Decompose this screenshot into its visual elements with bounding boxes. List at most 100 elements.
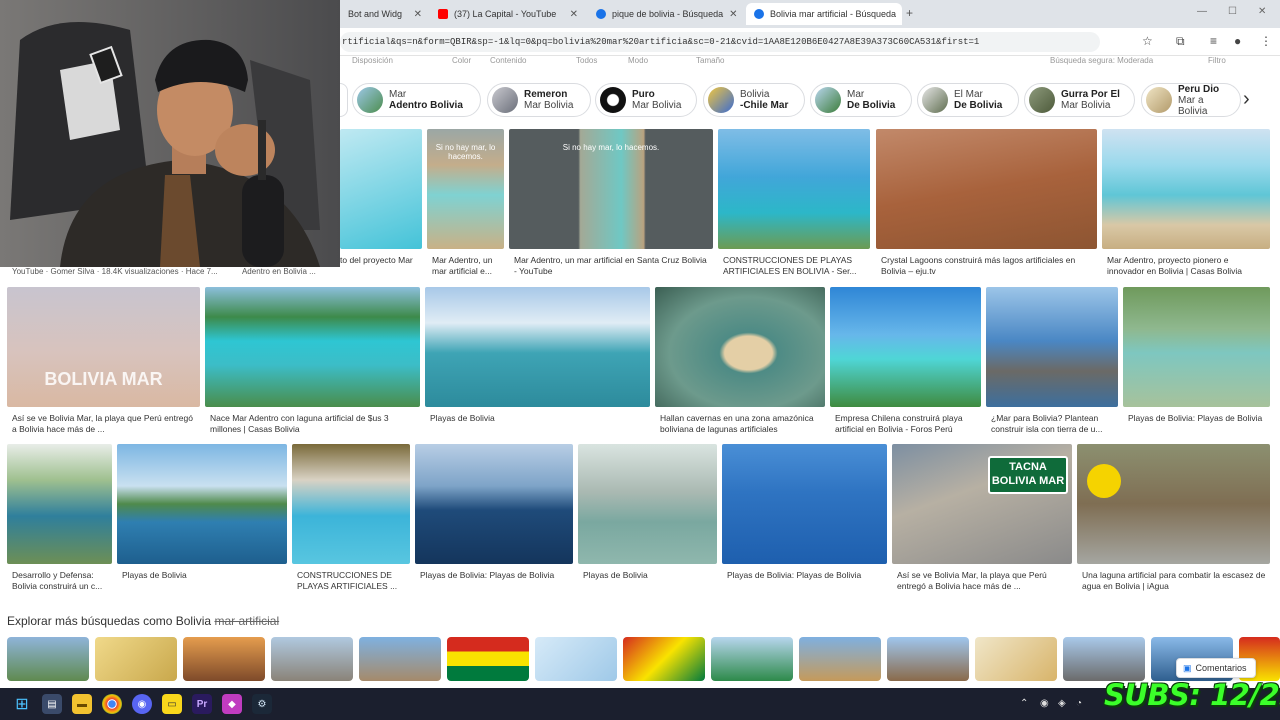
- image-caption[interactable]: Playas de Bolivia: Playas de Bolivia: [1128, 413, 1270, 425]
- related-pill-guerra[interactable]: Gurra Por El Mar Bolivia: [1024, 83, 1135, 117]
- star-icon[interactable]: ☆: [1142, 34, 1153, 48]
- pill-partial[interactable]: [340, 83, 348, 117]
- image-caption[interactable]: Mar Adentro, un mar artificial e...: [432, 255, 504, 279]
- widgets-icon[interactable]: ▤: [42, 694, 62, 714]
- discord-tray-icon[interactable]: ◉: [1040, 698, 1049, 709]
- safe-search[interactable]: Búsqueda segura: Moderada: [1050, 56, 1153, 65]
- image-caption[interactable]: Mar Adentro, proyecto pionero e innovado…: [1107, 255, 1267, 279]
- image-result[interactable]: [205, 287, 420, 407]
- filter-layout[interactable]: Disposición: [352, 56, 393, 65]
- explore-thumbnail[interactable]: [7, 637, 89, 681]
- image-caption[interactable]: Mar Adentro, un mar artificial en Santa …: [514, 255, 709, 279]
- image-result[interactable]: [1077, 444, 1270, 564]
- chevron-up-icon[interactable]: ⌃: [1020, 698, 1028, 709]
- explorer-icon[interactable]: ▬: [72, 694, 92, 714]
- image-caption[interactable]: Hallan cavernas en una zona amazónica bo…: [660, 413, 825, 437]
- image-result[interactable]: [722, 444, 887, 564]
- premiere-icon[interactable]: Pr: [192, 694, 212, 714]
- tab-bot-widgets[interactable]: Bot and Widg ✕: [340, 3, 430, 25]
- chrome-icon[interactable]: [102, 694, 122, 714]
- filter-all[interactable]: Todos: [576, 56, 597, 65]
- image-result[interactable]: Si no hay mar, lo hacemos.: [509, 129, 713, 249]
- image-caption[interactable]: Empresa Chilena construirá playa artific…: [835, 413, 981, 437]
- image-caption[interactable]: Una laguna artificial para combatir la e…: [1082, 570, 1270, 594]
- new-tab-button[interactable]: +: [906, 6, 913, 20]
- close-icon[interactable]: ✕: [570, 9, 578, 20]
- tray-app-icon[interactable]: ◈: [1058, 698, 1066, 709]
- explore-thumbnail[interactable]: [271, 637, 353, 681]
- related-pill-bolivia-chile[interactable]: Bolivia -Chile Mar: [703, 83, 805, 117]
- feedback-button[interactable]: ▣ Comentarios: [1176, 658, 1256, 678]
- image-caption[interactable]: Playas de Bolivia: Playas de Bolivia: [420, 570, 573, 582]
- explore-thumbnail[interactable]: [183, 637, 265, 681]
- windows-icon[interactable]: ⊞: [12, 694, 32, 714]
- discord-icon[interactable]: ◉: [132, 694, 152, 714]
- filter-button[interactable]: Filtro: [1208, 56, 1226, 65]
- explore-thumbnail[interactable]: [799, 637, 881, 681]
- image-result[interactable]: [986, 287, 1118, 407]
- maximize-icon[interactable]: ☐: [1228, 6, 1237, 17]
- related-pill-puro[interactable]: Puro Mar Bolivia: [595, 83, 697, 117]
- close-window-icon[interactable]: ✕: [1258, 6, 1266, 17]
- image-result[interactable]: [7, 444, 112, 564]
- image-caption[interactable]: Playas de Bolivia: [430, 413, 645, 425]
- image-result[interactable]: [425, 287, 650, 407]
- tab-pique-bolivia[interactable]: pique de bolivia - Búsqueda ✕: [588, 3, 744, 25]
- image-caption[interactable]: Así se ve Bolivia Mar, la playa que Perú…: [12, 413, 197, 437]
- explore-thumbnail[interactable]: [623, 637, 705, 681]
- extensions-icon[interactable]: ⧉: [1176, 34, 1185, 49]
- filter-size[interactable]: Tamaño: [696, 56, 724, 65]
- image-caption[interactable]: CONSTRUCCIONES DE PLAYAS ARTIFICIALES ..…: [297, 570, 410, 594]
- image-caption[interactable]: ¿Mar para Bolivia? Plantean construir is…: [991, 413, 1118, 437]
- image-caption[interactable]: Así se ve Bolivia Mar, la playa que Perú…: [897, 570, 1072, 594]
- filter-color[interactable]: Color: [452, 56, 471, 65]
- image-result[interactable]: [1102, 129, 1270, 249]
- image-result[interactable]: [340, 129, 422, 249]
- wifi-icon[interactable]: ◔: [1076, 698, 1082, 709]
- profile-icon[interactable]: ●: [1234, 34, 1241, 48]
- url-input[interactable]: rtificial&qs=n&form=QBIR&sp=-1&lq=0&pq=b…: [340, 32, 1100, 52]
- related-pill-peru-dio[interactable]: Peru Dio Mar a Bolivia: [1141, 83, 1241, 117]
- steam-icon[interactable]: ⚙: [252, 694, 272, 714]
- image-result[interactable]: TACNA BOLIVIA MAR: [892, 444, 1072, 564]
- related-pill-remeron[interactable]: Remeron Mar Bolivia: [487, 83, 591, 117]
- menu-icon[interactable]: ⋮: [1260, 34, 1272, 48]
- image-caption[interactable]: to del proyecto Mar: [340, 255, 422, 267]
- image-result[interactable]: [292, 444, 410, 564]
- close-icon[interactable]: ✕: [414, 9, 422, 20]
- image-result[interactable]: [718, 129, 870, 249]
- explore-thumbnail[interactable]: [95, 637, 177, 681]
- related-pill-mar-de-bolivia[interactable]: Mar De Bolivia: [810, 83, 912, 117]
- explore-thumbnail[interactable]: [359, 637, 441, 681]
- app-icon[interactable]: ◆: [222, 694, 242, 714]
- image-result[interactable]: Si no hay mar, lo hacemos.: [427, 129, 504, 249]
- image-result[interactable]: [1123, 287, 1270, 407]
- chevron-right-icon[interactable]: ›: [1243, 88, 1250, 111]
- explore-thumbnail[interactable]: [711, 637, 793, 681]
- explore-thumbnail[interactable]: [1063, 637, 1145, 681]
- image-result[interactable]: [415, 444, 573, 564]
- related-pill-mar-adentro[interactable]: Mar Adentro Bolivia: [352, 83, 481, 117]
- image-result[interactable]: BOLIVIA MAR: [7, 287, 200, 407]
- filter-mode[interactable]: Modo: [628, 56, 648, 65]
- close-icon[interactable]: ✕: [729, 9, 737, 20]
- image-caption[interactable]: Nace Mar Adentro con laguna artificial d…: [210, 413, 418, 437]
- explore-thumbnail[interactable]: [535, 637, 617, 681]
- image-result[interactable]: [876, 129, 1097, 249]
- tab-bolivia-mar-artificial[interactable]: Bolivia mar artificial - Búsqueda ✕: [746, 3, 902, 25]
- image-result[interactable]: [830, 287, 981, 407]
- image-caption[interactable]: Playas de Bolivia: [583, 570, 717, 582]
- minimize-icon[interactable]: —: [1197, 6, 1207, 17]
- explore-thumbnail[interactable]: [447, 637, 529, 681]
- notes-icon[interactable]: ▭: [162, 694, 182, 714]
- explore-thumbnail[interactable]: [887, 637, 969, 681]
- related-pill-el-mar[interactable]: El Mar De Bolivia: [917, 83, 1019, 117]
- tab-youtube[interactable]: (37) La Capital - YouTube ✕: [430, 3, 586, 25]
- media-icon[interactable]: ≡: [1210, 34, 1217, 48]
- image-caption[interactable]: Desarrollo y Defensa: Bolivia construirá…: [12, 570, 112, 594]
- image-result[interactable]: [117, 444, 287, 564]
- filter-content[interactable]: Contenido: [490, 56, 526, 65]
- image-caption[interactable]: Crystal Lagoons construirá más lagos art…: [881, 255, 1093, 279]
- image-caption[interactable]: CONSTRUCCIONES DE PLAYAS ARTIFICIALES EN…: [723, 255, 868, 279]
- image-caption[interactable]: Playas de Bolivia: [122, 570, 287, 582]
